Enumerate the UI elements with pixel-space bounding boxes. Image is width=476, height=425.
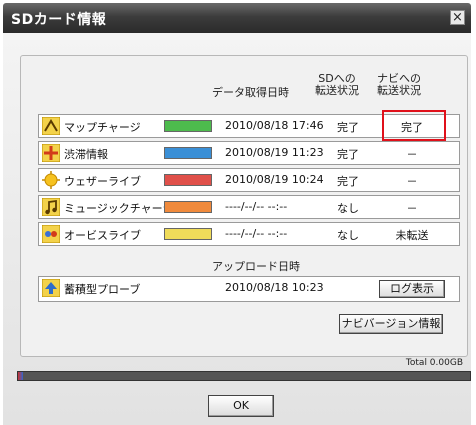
weather-icon [42,171,60,189]
row-navi-status: 未転送 [395,229,429,242]
header-upload-date: アップロード日時 [212,260,300,273]
row-date: ----/--/-- --:-- [225,200,288,213]
row-sd-status: 完了 [337,121,359,134]
header-navi-status: ナビへの 転送状況 [371,73,427,97]
row-date: ----/--/-- --:-- [225,227,288,240]
row-sd-status: 完了 [337,175,359,188]
row-name: 蓄積型プローブ [64,283,141,296]
header-date: データ取得日時 [212,86,289,99]
storage-total-label: Total 0.00GB [405,358,463,368]
title-bar: SDカード情報 × [3,3,471,33]
log-display-button[interactable]: ログ表示 [379,280,445,298]
window-title: SDカード情報 [11,12,107,28]
row-name: オービスライブ [64,229,141,242]
sd-card-info-window: SDカード情報 × データ取得日時 SDへの 転送状況 ナビへの 転送状況 マッ… [0,0,476,425]
highlight-box [382,110,446,141]
header-navi-line2: 転送状況 [377,84,421,97]
row-sd-status: なし [337,229,359,242]
row-date: 2010/08/18 10:23 [225,281,324,294]
data-row-orbis[interactable]: オービスライブ ----/--/-- --:-- なし 未転送 [38,222,460,246]
row-name: 渋滞情報 [64,148,108,161]
row-color-swatch [164,120,212,132]
info-panel: データ取得日時 SDへの 転送状況 ナビへの 転送状況 マップチャージ 2010… [20,55,468,357]
traffic-icon [42,144,60,162]
music-icon [42,198,60,216]
ok-button[interactable]: OK [208,395,274,417]
row-color-swatch [164,174,212,186]
data-row-weather[interactable]: ウェザーライブ 2010/08/19 10:24 完了 － [38,168,460,192]
row-color-swatch [164,201,212,213]
header-sd-line2: 転送状況 [315,84,359,97]
row-sd-status: なし [337,202,359,215]
row-name: ミュージックチャージ [64,202,174,215]
row-date: 2010/08/19 10:24 [225,173,324,186]
row-color-swatch [164,228,212,240]
data-row-traffic[interactable]: 渋滞情報 2010/08/19 11:23 完了 － [38,141,460,165]
map-charge-icon [42,117,60,135]
row-name: マップチャージ [64,121,141,134]
storage-usage-bar [17,371,471,381]
row-navi-status: － [406,148,418,161]
row-navi-status: － [406,202,418,215]
header-sd-status: SDへの 転送状況 [313,73,361,97]
row-name: ウェザーライブ [64,175,141,188]
storage-usage-fill [18,372,23,380]
row-navi-status: － [406,175,418,188]
row-date: 2010/08/18 17:46 [225,119,324,132]
data-row-music[interactable]: ミュージックチャージ ----/--/-- --:-- なし － [38,195,460,219]
data-row-probe[interactable]: 蓄積型プローブ 2010/08/18 10:23 ログ表示 [38,276,460,302]
upload-arrow-icon [42,279,60,297]
dialog-body: データ取得日時 SDへの 転送状況 ナビへの 転送状況 マップチャージ 2010… [3,33,471,425]
close-button[interactable]: × [450,10,465,25]
row-color-swatch [164,147,212,159]
row-date: 2010/08/19 11:23 [225,146,324,159]
navi-version-info-button[interactable]: ナビバージョン情報 [339,314,443,334]
service-icon [42,225,60,243]
row-sd-status: 完了 [337,148,359,161]
